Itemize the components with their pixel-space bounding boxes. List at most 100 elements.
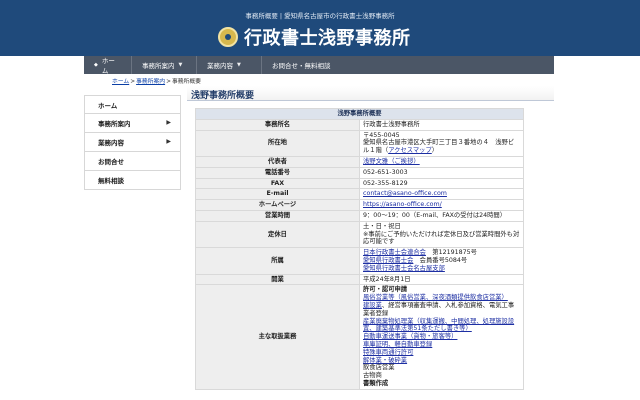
- holidays-cell: 土・日・祝日 ※事前にご予約いただければ定休日及び営業時間外も対応可能です: [359, 220, 524, 249]
- breadcrumb-separator: >: [166, 79, 171, 85]
- holidays-label: 定休日: [195, 220, 360, 249]
- address-label: 所在地: [195, 129, 360, 157]
- table-row: 浅野事務所概要: [195, 108, 524, 120]
- fax-label: FAX: [195, 177, 360, 190]
- representative-link[interactable]: 浅野文雅（ご挨拶）: [363, 158, 420, 165]
- sidebar-item-home[interactable]: ホーム: [84, 95, 181, 114]
- business-item-6-link[interactable]: 特殊車両通行許可: [363, 349, 520, 357]
- sidebar-item-label: 無料相談: [98, 177, 124, 185]
- affiliation-1-link[interactable]: 日本行政書士会連合会: [363, 249, 426, 256]
- office-name-label: 事務所名: [195, 118, 360, 131]
- sidebar-item-label: お問合せ: [98, 158, 124, 166]
- nav-business-label: 業務内容: [207, 62, 233, 70]
- hours-label: 営業時間: [195, 209, 360, 222]
- breadcrumb-separator: >: [130, 79, 136, 85]
- site-logo[interactable]: 行政書士浅野事務所: [218, 24, 411, 50]
- holidays-note: ※事前にご予約いただければ定休日及び営業時間外も対応可能です: [363, 230, 520, 246]
- sidebar-item-business[interactable]: 業務内容 ▶: [84, 133, 181, 152]
- sidebar-item-free-consultation[interactable]: 無料相談: [84, 171, 181, 190]
- main-navigation: ◆ ホーム 事務所案内 ▼ 業務内容 ▼ お問合せ・無料相談: [84, 56, 554, 75]
- table-row: 開業 平成24年8月1日: [195, 273, 524, 286]
- table-row: 所在地 〒455-0045 愛知県名古屋市港区大手町三丁目３番地の４ 浅野ビル１…: [195, 129, 524, 157]
- homepage-cell: https://asano-office.com/: [359, 199, 524, 211]
- holidays-value: 土・日・祝日: [363, 222, 401, 230]
- homepage-link[interactable]: https://asano-office.com/: [363, 201, 442, 208]
- phone-label: 電話番号: [195, 166, 360, 179]
- sidebar: ホーム 事務所案内 ▶ 業務内容 ▶ お問合せ 無料相談: [84, 95, 181, 190]
- office-info-table: 浅野事務所概要 事務所名 行政書士浅野事務所 所在地 〒455-0045 愛知県…: [195, 108, 524, 390]
- affiliation-1-number: 第12191875号: [425, 249, 477, 257]
- affiliation-2-link[interactable]: 愛知県行政書士会: [363, 257, 413, 264]
- nav-office-guide[interactable]: 事務所案内 ▼: [132, 56, 197, 74]
- email-link[interactable]: contact@asano-office.com: [363, 190, 447, 197]
- business-item-2: 建設業、経営事項審査申請、入札参加資格、電気工事業者登録: [363, 302, 520, 318]
- affiliation-1: 日本行政書士会連合会 第12191875号: [363, 249, 520, 257]
- business-item-9: 古物商: [363, 372, 382, 380]
- header: 事務所概要 | 愛知県名古屋市の行政書士浅野事務所 行政書士浅野事務所 ◆ ホー…: [0, 0, 640, 82]
- table-caption: 浅野事務所概要: [195, 108, 524, 120]
- main-content: 浅野事務所概要 浅野事務所概要 事務所名 行政書士浅野事務所 所在地 〒455-…: [187, 86, 554, 400]
- breadcrumb-current: 事務所概要: [171, 79, 201, 85]
- permits-heading: 許可・認可申請: [363, 286, 408, 294]
- nav-office-guide-label: 事務所案内: [142, 62, 175, 70]
- address-value: 愛知県名古屋市港区大手町三丁目３番地の４ 浅野ビル１階（: [363, 139, 515, 155]
- business-item-2-link[interactable]: 建設業: [363, 302, 382, 309]
- table-row: 定休日 土・日・祝日 ※事前にご予約いただければ定休日及び営業時間外も対応可能で…: [195, 220, 524, 249]
- table-row: 主な取扱業務 許可・認可申請 風俗営業等（風俗営業、深夜酒類提供飲食店営業） 建…: [195, 284, 524, 390]
- nav-contact-label: お問合せ・無料相談: [272, 62, 331, 70]
- affiliation-3-link[interactable]: 愛知県行政書士会名古屋支部: [363, 265, 520, 273]
- page-title: 浅野事務所概要: [191, 91, 255, 101]
- page-title-bar: 浅野事務所概要: [187, 86, 554, 101]
- email-label: E-mail: [195, 188, 360, 201]
- table-row: E-mail contact@asano-office.com: [195, 188, 524, 201]
- documents-heading: 書類作成: [363, 379, 389, 387]
- office-name-value: 行政書士浅野事務所: [359, 118, 524, 131]
- business-item-8: 飲食店営業: [363, 364, 395, 372]
- sidebar-item-contact[interactable]: お問合せ: [84, 152, 181, 171]
- affiliations-label: 所属: [195, 247, 360, 275]
- bullet-icon: ◆: [94, 62, 98, 68]
- opened-label: 開業: [195, 273, 360, 286]
- business-item-2-text: 、経営事項審査申請、入札参加資格、電気工事業者登録: [363, 301, 515, 317]
- table-row: 所属 日本行政書士会連合会 第12191875号 愛知県行政書士会 会員番号50…: [195, 247, 524, 275]
- fax-value: 052-355-8129: [359, 177, 524, 190]
- site-tagline: 事務所概要 | 愛知県名古屋市の行政書士浅野事務所: [245, 12, 395, 20]
- chevron-right-icon: ▶: [166, 138, 171, 145]
- sidebar-item-office-guide[interactable]: 事務所案内 ▶: [84, 114, 181, 133]
- email-cell: contact@asano-office.com: [359, 188, 524, 201]
- chevron-down-icon: ▼: [178, 62, 183, 68]
- main-business-cell: 許可・認可申請 風俗営業等（風俗営業、深夜酒類提供飲食店営業） 建設業、経営事項…: [359, 284, 524, 390]
- nav-business[interactable]: 業務内容 ▼: [197, 56, 262, 74]
- table-row: 電話番号 052-651-3003: [195, 166, 524, 179]
- nav-home[interactable]: ◆ ホーム: [84, 56, 132, 75]
- sidebar-item-label: ホーム: [98, 101, 118, 110]
- opened-value: 平成24年8月1日: [359, 273, 524, 286]
- lawyer-badge-icon: [218, 27, 238, 47]
- breadcrumb-home[interactable]: ホーム: [112, 79, 129, 85]
- sidebar-item-label: 業務内容: [98, 139, 124, 147]
- table-row: 事務所名 行政書士浅野事務所: [195, 118, 524, 131]
- table-row: ホームページ https://asano-office.com/: [195, 199, 524, 211]
- nav-home-label: ホーム: [101, 57, 115, 75]
- business-item-4-link[interactable]: 自動車運送事業（貨物・旅客等）: [363, 333, 520, 341]
- site-title: 行政書士浅野事務所: [244, 28, 411, 49]
- address-cell: 〒455-0045 愛知県名古屋市港区大手町三丁目３番地の４ 浅野ビル１階（アク…: [359, 129, 524, 157]
- chevron-right-icon: ▶: [166, 119, 171, 126]
- address-close-paren: ）: [431, 147, 439, 155]
- business-item-3-link[interactable]: 産業廃棄物処理業（収集運搬、中間処理、処理施設設置、建築基準法第51条ただし書き…: [363, 318, 520, 334]
- business-item-5-link[interactable]: 車庫証明、軽自動車登録: [363, 341, 520, 349]
- representative-label: 代表者: [195, 155, 360, 168]
- sidebar-item-label: 事務所案内: [98, 120, 131, 128]
- access-map-link[interactable]: アクセスマップ: [388, 147, 432, 154]
- business-item-1-link[interactable]: 風俗営業等（風俗営業、深夜酒類提供飲食店営業）: [363, 294, 520, 302]
- table-row: 営業時間 9：00〜19：00（E-mail、FAXの受付は24時間）: [195, 209, 524, 222]
- main-business-label: 主な取扱業務: [195, 284, 360, 390]
- homepage-label: ホームページ: [195, 199, 360, 211]
- breadcrumb-office-guide[interactable]: 事務所案内: [136, 79, 165, 85]
- breadcrumb: ホーム>事務所案内>事務所概要: [112, 76, 201, 85]
- affiliation-2-number: 会員番号5084号: [413, 256, 468, 264]
- nav-contact[interactable]: お問合せ・無料相談: [262, 56, 342, 74]
- chevron-down-icon: ▼: [237, 62, 241, 68]
- affiliations-cell: 日本行政書士会連合会 第12191875号 愛知県行政書士会 会員番号5084号…: [359, 247, 524, 275]
- representative-cell: 浅野文雅（ご挨拶）: [359, 155, 524, 168]
